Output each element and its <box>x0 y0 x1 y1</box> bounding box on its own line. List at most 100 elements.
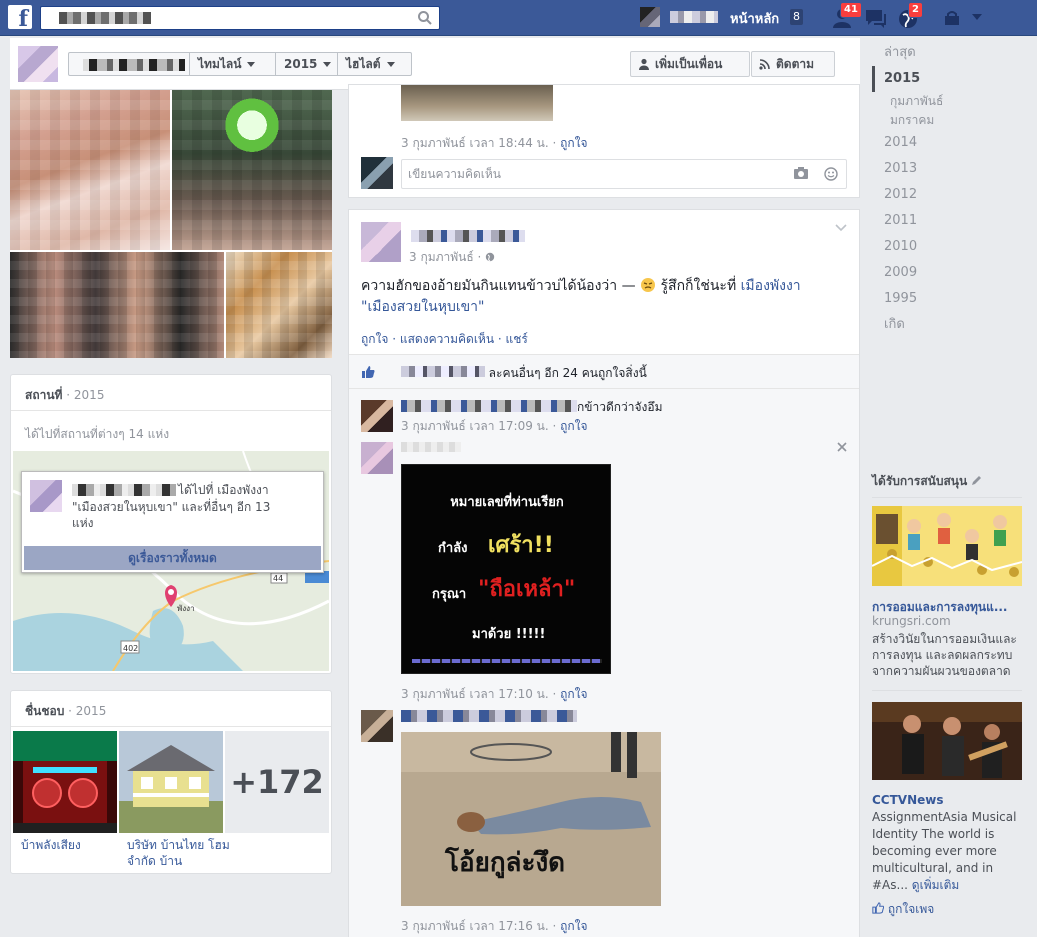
likers-names-blurred[interactable] <box>400 366 485 377</box>
photo-thumbnail[interactable] <box>226 252 332 358</box>
photo-thumbnail[interactable] <box>172 90 332 250</box>
map-popup: ได้ไปที่ เมืองพังงา "เมืองสวยในหุบเขา" แ… <box>21 471 324 573</box>
profile-avatar <box>640 7 660 27</box>
comment-timestamp[interactable]: 3 กุมภาพันธ์ เวลา 17:16 น. <box>401 919 549 933</box>
profile-name-blurred[interactable] <box>83 59 185 71</box>
comment-timestamp[interactable]: 3 กุมภาพันธ์ เวลา 17:09 น. <box>401 419 549 433</box>
post-card: 3 กุมภาพันธ์ · ความฮักของอ้ายมันกินแทนข้… <box>348 209 860 937</box>
comment-like-link[interactable]: ถูกใจ <box>560 419 587 433</box>
edit-pencil-icon[interactable] <box>971 476 983 486</box>
likes-summary-text[interactable]: ละคนอื่นๆ อีก 24 คนถูกใจสิ่งนี้ <box>489 366 647 380</box>
year-selector[interactable]: 2015 <box>275 53 337 75</box>
popup-text-3: แห่ง <box>72 516 94 530</box>
thumbs-up-icon <box>872 902 885 914</box>
year-item[interactable]: 2012 <box>872 182 1022 208</box>
messages-icon[interactable] <box>864 6 888 30</box>
more-likes-tile[interactable]: +172 <box>225 731 329 833</box>
search-icon[interactable] <box>417 10 433 26</box>
comment-timestamp[interactable]: 3 กุมภาพันธ์ เวลา 17:10 น. <box>401 687 549 701</box>
comment-image-meme[interactable]: หมายเลขที่ท่านเรียก กำลัง เศร้า!! กรุณา … <box>401 464 611 674</box>
liked-page-thumbnail[interactable] <box>13 731 117 833</box>
month-item[interactable]: มกราคม <box>872 111 1022 130</box>
comment-like-link[interactable]: ถูกใจ <box>560 919 587 933</box>
like-page-button[interactable]: ถูกใจเพจ <box>872 900 934 919</box>
timeline-tab[interactable]: ไทมไลน์ <box>189 53 275 75</box>
commenter-avatar[interactable] <box>361 400 393 432</box>
commenter-avatar[interactable] <box>361 157 393 189</box>
photo-thumbnail[interactable] <box>10 252 224 358</box>
commenter-avatar[interactable] <box>361 710 393 742</box>
commenter-avatar[interactable] <box>361 442 393 474</box>
post-image[interactable] <box>401 85 553 121</box>
ad-title[interactable]: CCTVNews <box>872 793 944 807</box>
account-menu-caret[interactable] <box>972 14 982 20</box>
author-avatar[interactable] <box>361 222 401 262</box>
post-date-row: 3 กุมภาพันธ์ · <box>409 248 495 267</box>
year-item[interactable]: 2013 <box>872 156 1022 182</box>
post-like-link[interactable]: ถูกใจ <box>560 136 587 150</box>
liked-page-label[interactable]: บ้าพลังเสียง <box>21 837 125 853</box>
profile-link[interactable] <box>640 7 722 27</box>
post-feeling: รู้สึกก็ใช่นะที่ <box>660 278 737 294</box>
post-place-link[interactable]: เมืองพังงา <box>741 278 801 294</box>
see-all-stories-button[interactable]: ดูเรื่องราวทั้งหมด <box>24 546 321 570</box>
year-item[interactable]: 2010 <box>872 234 1022 260</box>
close-icon[interactable] <box>837 442 847 452</box>
comment-text: กข้าวดีกว่าจังอึม <box>577 400 663 414</box>
commenter-name-blurred[interactable] <box>401 400 577 412</box>
emoji-icon[interactable] <box>824 167 838 181</box>
ad-image[interactable] <box>872 702 1022 780</box>
comment-image-photo[interactable]: โอ้ยกูล่ะงึด <box>401 732 661 906</box>
year-item[interactable]: 1995 <box>872 286 1022 312</box>
home-link[interactable]: หน้าหลัก <box>730 8 779 29</box>
places-count[interactable]: ได้ไปที่สถานที่ต่างๆ 14 แห่ง <box>25 425 169 444</box>
author-name-blurred[interactable] <box>411 230 525 242</box>
photo-thumbnail[interactable] <box>10 90 170 250</box>
places-map[interactable]: 402 44 พังงา ได้ไปที่ เมืองพังงา "เมืองส… <box>13 451 329 671</box>
meme-line-3b: "ถือเหล้า" <box>478 577 576 602</box>
privacy-shortcuts-icon[interactable] <box>943 10 961 26</box>
commenter-name-blurred[interactable] <box>401 442 461 452</box>
friend-name-blurred[interactable] <box>72 484 176 496</box>
home-count-badge: 8 <box>790 9 803 25</box>
likes-summary: ละคนอื่นๆ อีก 24 คนถูกใจสิ่งนี้ <box>361 364 851 383</box>
year-item[interactable]: 2011 <box>872 208 1022 234</box>
places-title[interactable]: สถานที่ <box>25 388 62 402</box>
chevron-down-icon[interactable] <box>835 224 847 232</box>
comment-like-link[interactable]: ถูกใจ <box>560 687 587 701</box>
month-item[interactable]: กุมภาพันธ์ <box>872 92 1022 111</box>
liked-page-label[interactable]: บริษัท บ้านไทย โฮม จำกัด บ้าน <box>127 837 231 869</box>
photo-grid[interactable] <box>10 90 332 358</box>
notifications-badge: 2 <box>908 2 923 18</box>
popup-text-2: "เมืองสวยในหุบเขา" และที่อื่นๆ อีก 13 <box>72 500 271 514</box>
highlights-selector[interactable]: ไฮไลต์ <box>337 53 411 75</box>
ad-image[interactable] <box>872 506 1022 586</box>
chevron-down-icon <box>323 62 332 67</box>
commenter-name-blurred[interactable] <box>401 710 577 722</box>
post-place-link-2[interactable]: "เมืองสวยในหุบเขา" <box>361 299 484 315</box>
ad-domain[interactable]: krungsri.com <box>872 614 951 628</box>
like-action[interactable]: ถูกใจ <box>361 332 388 346</box>
year-active[interactable]: 2015 <box>872 66 1022 92</box>
share-action[interactable]: แชร์ <box>506 332 528 346</box>
year-item[interactable]: 2009 <box>872 260 1022 286</box>
profile-thumbnail[interactable] <box>18 46 58 82</box>
chevron-down-icon <box>386 62 395 67</box>
post-meta: 3 กุมภาพันธ์ เวลา 18:44 น. · ถูกใจ <box>401 136 588 150</box>
likes-title[interactable]: ชื่นชอบ <box>25 704 64 718</box>
see-more-link[interactable]: ดูเพิ่มเติม <box>912 878 960 892</box>
camera-icon[interactable] <box>794 167 808 179</box>
search-input[interactable] <box>40 6 440 30</box>
comment-action[interactable]: แสดงความคิดเห็น <box>400 332 494 346</box>
year-item[interactable]: เกิด <box>872 312 1022 338</box>
liked-page-thumbnail[interactable] <box>119 731 223 833</box>
follow-button[interactable]: ติดตาม <box>751 51 835 77</box>
comment-input[interactable]: เขียนความคิดเห็น <box>401 159 847 189</box>
post-timestamp[interactable]: 3 กุมภาพันธ์ เวลา 18:44 น. <box>401 136 549 150</box>
facebook-logo[interactable]: f <box>8 5 32 29</box>
post-date[interactable]: 3 กุมภาพันธ์ <box>409 250 474 264</box>
friend-avatar[interactable] <box>30 480 62 512</box>
year-recent[interactable]: ล่าสุด <box>872 40 1022 66</box>
add-friend-button[interactable]: เพิ่มเป็นเพื่อน <box>630 51 750 77</box>
year-item[interactable]: 2014 <box>872 130 1022 156</box>
